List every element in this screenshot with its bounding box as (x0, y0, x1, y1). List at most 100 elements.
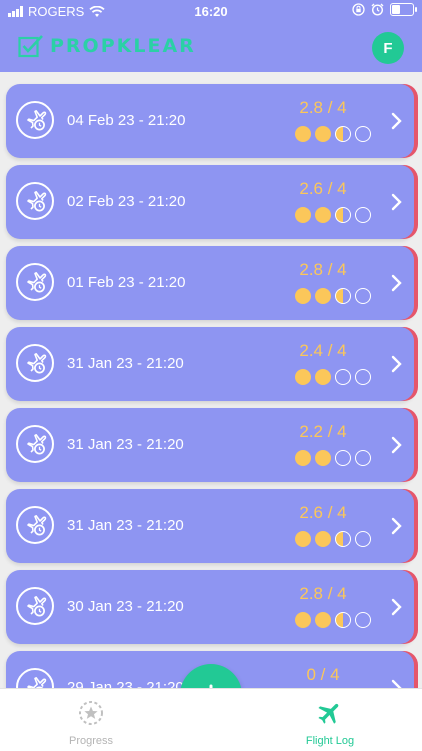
airplane-icon (318, 703, 339, 724)
rating-dots (295, 531, 371, 547)
rating-dot (315, 207, 331, 223)
rating-dot (355, 531, 371, 547)
flight-clock-icon (27, 272, 47, 293)
avatar[interactable]: F (372, 32, 404, 64)
tab-progress-label: Progress (68, 735, 114, 747)
chevron-right-icon (391, 274, 402, 292)
status-bar: ROGERS 16:20 (0, 0, 422, 24)
flight-date: 04 Feb 23 - 21:20 (67, 112, 186, 129)
flight-card[interactable]: 31 Jan 23 - 21:20 2.6 / 4 (6, 489, 414, 563)
rating-dot (295, 126, 311, 142)
rating-dot (335, 531, 351, 547)
flight-icon-circle (16, 182, 54, 220)
rating-dot (335, 126, 351, 142)
card-chevron (390, 193, 402, 216)
flight-date: 02 Feb 23 - 21:20 (67, 193, 186, 210)
flight-card[interactable]: 04 Feb 23 - 21:20 2.8 / 4 (6, 84, 414, 158)
rating-dots (295, 450, 371, 466)
alarm-icon (371, 3, 384, 16)
rating-dot (355, 369, 371, 385)
card-chevron (390, 598, 402, 621)
flight-score: 2.2 / 4 (299, 422, 347, 441)
logo-text: PROPKLEAR (50, 35, 196, 57)
rating-dot (315, 612, 331, 628)
rating-dot (295, 450, 311, 466)
flight-card[interactable]: 31 Jan 23 - 21:20 2.4 / 4 (6, 327, 414, 401)
flight-icon-circle (16, 344, 54, 382)
rating-dots (295, 369, 371, 385)
flight-card[interactable]: 30 Jan 23 - 21:20 2.8 / 4 (6, 570, 414, 644)
chevron-right-icon (391, 193, 402, 211)
tab-progress[interactable]: Progress (31, 699, 151, 747)
flight-date: 30 Jan 23 - 21:20 (67, 598, 184, 615)
checkbox-logo-icon (18, 35, 43, 58)
flight-icon-circle (16, 587, 54, 625)
tab-flight-log-label: Flight Log (305, 735, 355, 747)
chevron-right-icon (391, 112, 402, 130)
status-right (352, 3, 417, 16)
logo: PROPKLEAR (18, 34, 196, 58)
rating-dot (315, 531, 331, 547)
card-chevron (390, 112, 402, 135)
rating-dot (355, 126, 371, 142)
rating-dot (295, 531, 311, 547)
flight-icon-circle (16, 263, 54, 301)
rating-dot (355, 207, 371, 223)
flight-score: 2.6 / 4 (299, 503, 347, 522)
rating-dot (335, 450, 351, 466)
rating-dots (295, 126, 371, 142)
battery-icon (390, 3, 417, 16)
rating-dots (295, 612, 371, 628)
rating-dot (315, 288, 331, 304)
rating-dot (335, 288, 351, 304)
rating-dot (315, 450, 331, 466)
card-chevron (390, 274, 402, 297)
card-chevron (390, 436, 402, 459)
flight-score: 2.4 / 4 (299, 341, 347, 360)
chevron-right-icon (391, 598, 402, 616)
rating-dot (355, 450, 371, 466)
rating-dot (355, 288, 371, 304)
rating-dot (295, 288, 311, 304)
flight-date: 31 Jan 23 - 21:20 (67, 355, 184, 372)
chevron-right-icon (391, 517, 402, 535)
app-header: PROPKLEAR F (0, 24, 422, 72)
flight-icon-circle (16, 101, 54, 139)
rating-dot (335, 612, 351, 628)
rating-dot (335, 207, 351, 223)
flight-card[interactable]: 02 Feb 23 - 21:20 2.6 / 4 (6, 165, 414, 239)
flight-date: 31 Jan 23 - 21:20 (67, 517, 184, 534)
flight-card[interactable]: 01 Feb 23 - 21:20 2.8 / 4 (6, 246, 414, 320)
flight-score: 2.8 / 4 (299, 260, 347, 279)
chevron-right-icon (391, 436, 402, 454)
rating-dots (295, 288, 371, 304)
flight-date: 01 Feb 23 - 21:20 (67, 274, 186, 291)
flight-clock-icon (27, 515, 47, 536)
flight-score: 2.8 / 4 (299, 584, 347, 603)
card-chevron (390, 517, 402, 540)
star-badge-icon (79, 701, 103, 725)
flight-score: 2.8 / 4 (299, 98, 347, 117)
rating-dot (295, 207, 311, 223)
tab-flight-log[interactable]: Flight Log (270, 699, 390, 747)
flight-clock-icon (27, 110, 47, 131)
flight-clock-icon (27, 434, 47, 455)
rating-dot (355, 612, 371, 628)
flight-clock-icon (27, 353, 47, 374)
rating-dot (315, 126, 331, 142)
flight-card[interactable]: 31 Jan 23 - 21:20 2.2 / 4 (6, 408, 414, 482)
chevron-right-icon (391, 355, 402, 373)
orientation-lock-icon (352, 3, 365, 16)
flight-score: 2.6 / 4 (299, 179, 347, 198)
rating-dot (295, 612, 311, 628)
rating-dot (335, 369, 351, 385)
flight-icon-circle (16, 425, 54, 463)
card-chevron (390, 355, 402, 378)
rating-dots (295, 207, 371, 223)
flight-score: 0 / 4 (306, 665, 340, 684)
flight-clock-icon (27, 596, 47, 617)
rating-dot (295, 369, 311, 385)
rating-dot (315, 369, 331, 385)
flight-icon-circle (16, 506, 54, 544)
flight-clock-icon (27, 191, 47, 212)
